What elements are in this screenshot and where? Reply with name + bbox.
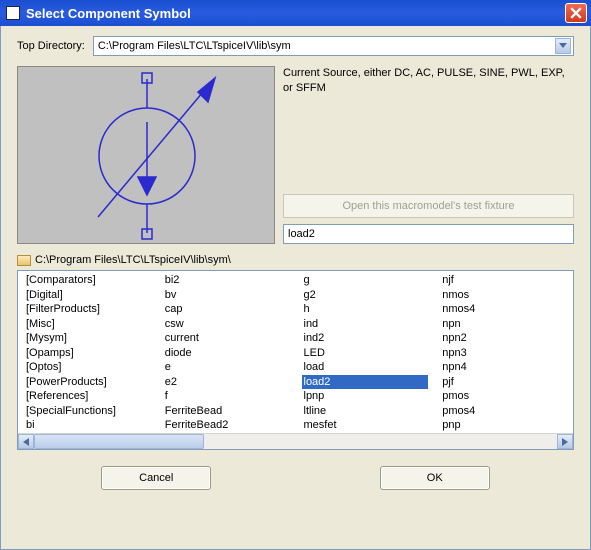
list-column: [Comparators][Digital][FilterProducts][M… [18,273,157,433]
list-item[interactable]: g [302,273,429,288]
list-item[interactable]: csw [163,317,290,332]
open-macromodel-button: Open this macromodel's test fixture [283,194,574,218]
list-column: bi2bvcapcswcurrentdiodeee2fFerriteBeadFe… [157,273,296,433]
list-item[interactable]: f [163,389,290,404]
list-item[interactable]: e [163,360,290,375]
list-item[interactable]: bi [24,418,151,433]
list-item[interactable]: [SpecialFunctions] [24,404,151,419]
scroll-right-button[interactable] [557,434,573,449]
list-item[interactable]: pjf [440,375,567,390]
list-item[interactable]: ind2 [302,331,429,346]
list-item[interactable]: pnp [440,418,567,433]
window-title: Select Component Symbol [26,6,191,21]
folder-icon [17,255,31,266]
list-item[interactable]: npn2 [440,331,567,346]
app-icon [6,6,20,20]
list-item[interactable]: [Opamps] [24,346,151,361]
current-path: C:\Program Files\LTC\LTspiceIV\lib\sym\ [35,254,231,266]
list-item[interactable]: lpnp [302,389,429,404]
top-directory-row: Top Directory: C:\Program Files\LTC\LTsp… [17,36,574,56]
list-item[interactable]: [Misc] [24,317,151,332]
list-item[interactable]: bi2 [163,273,290,288]
chevron-right-icon [562,438,568,446]
symbol-preview [17,66,275,244]
list-item[interactable]: npn4 [440,360,567,375]
list-item[interactable]: pmos [440,389,567,404]
current-source-icon [18,67,276,245]
list-item[interactable]: npn [440,317,567,332]
top-directory-value: C:\Program Files\LTC\LTspiceIV\lib\sym [98,40,555,52]
list-item[interactable]: h [302,302,429,317]
list-item[interactable]: load2 [302,375,429,390]
list-item[interactable]: diode [163,346,290,361]
list-item[interactable]: FerriteBead [163,404,290,419]
list-item[interactable]: [References] [24,389,151,404]
scroll-track[interactable] [34,434,557,449]
list-item[interactable]: [Mysym] [24,331,151,346]
list-item[interactable]: bv [163,288,290,303]
list-item[interactable]: LED [302,346,429,361]
list-item[interactable]: pmos4 [440,404,567,419]
list-item[interactable]: g2 [302,288,429,303]
top-directory-combo[interactable]: C:\Program Files\LTC\LTspiceIV\lib\sym [93,36,574,56]
close-icon [570,7,582,19]
list-item[interactable]: njf [440,273,567,288]
chevron-down-icon [559,43,567,49]
list-item[interactable]: [Comparators] [24,273,151,288]
list-item[interactable]: ind [302,317,429,332]
list-item[interactable]: nmos4 [440,302,567,317]
list-item[interactable]: e2 [163,375,290,390]
scroll-left-button[interactable] [18,434,34,449]
search-input[interactable]: load2 [283,224,574,244]
title-bar: Select Component Symbol [0,0,591,26]
horizontal-scrollbar[interactable] [18,433,573,449]
list-item[interactable]: mesfet [302,418,429,433]
scroll-thumb[interactable] [34,434,204,449]
dialog-content: Top Directory: C:\Program Files\LTC\LTsp… [0,26,591,550]
list-item[interactable]: cap [163,302,290,317]
list-item[interactable]: nmos [440,288,567,303]
top-directory-label: Top Directory: [17,40,85,52]
list-item[interactable]: FerriteBead2 [163,418,290,433]
list-item[interactable]: [Digital] [24,288,151,303]
close-button[interactable] [565,3,587,23]
ok-button[interactable]: OK [380,466,490,490]
list-item[interactable]: npn3 [440,346,567,361]
list-column: njfnmosnmos4npnnpn2npn3npn4pjfpmospmos4p… [434,273,573,433]
list-item[interactable]: [FilterProducts] [24,302,151,317]
path-bar: C:\Program Files\LTC\LTspiceIV\lib\sym\ [17,254,574,266]
list-column: gg2hindind2LEDloadload2lpnpltlinemesfet [296,273,435,433]
list-item[interactable]: current [163,331,290,346]
cancel-button[interactable]: Cancel [101,466,211,490]
list-item[interactable]: load [302,360,429,375]
list-item[interactable]: ltline [302,404,429,419]
list-item[interactable]: [PowerProducts] [24,375,151,390]
component-list[interactable]: [Comparators][Digital][FilterProducts][M… [17,270,574,450]
chevron-left-icon [23,438,29,446]
component-description: Current Source, either DC, AC, PULSE, SI… [283,66,574,194]
combo-dropdown-button[interactable] [555,38,571,54]
list-item[interactable]: [Optos] [24,360,151,375]
